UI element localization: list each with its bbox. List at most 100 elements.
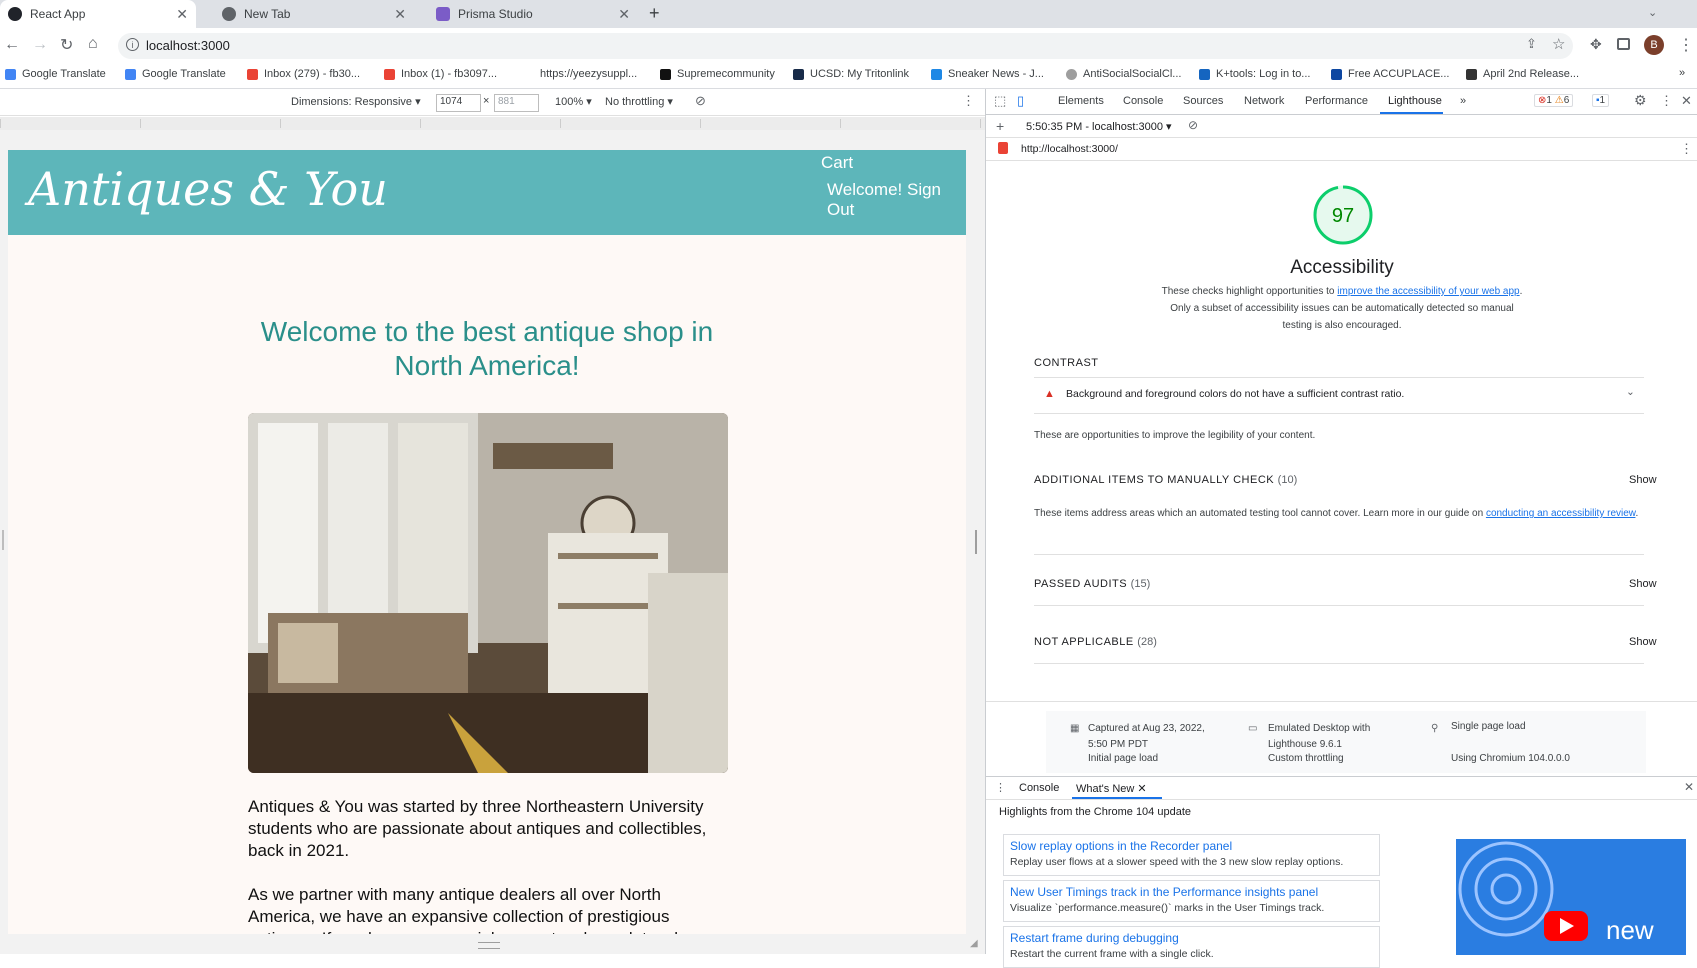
whats-new-card[interactable]: Slow replay options in the Recorder pane… bbox=[1003, 834, 1380, 876]
viewport-bottom-bar: ◢ bbox=[0, 934, 985, 954]
bookmark-item[interactable]: April 2nd Release... bbox=[1466, 68, 1579, 80]
active-tab-indicator bbox=[1072, 797, 1162, 799]
home-icon[interactable]: ⌂ bbox=[88, 35, 98, 53]
issues-counter[interactable]: ⊗1 ⚠6 bbox=[1534, 94, 1574, 107]
close-tab-icon[interactable]: ✕ bbox=[1137, 783, 1146, 795]
more-tabs-icon[interactable]: » bbox=[1460, 95, 1466, 107]
new-tab-plus-icon[interactable]: + bbox=[649, 3, 660, 24]
height-input[interactable]: 881 bbox=[494, 94, 539, 112]
close-tab-icon[interactable]: ✕ bbox=[394, 6, 406, 23]
forward-arrow-icon[interactable]: → bbox=[32, 36, 48, 54]
profile-avatar[interactable]: B bbox=[1644, 35, 1664, 55]
whats-new-card[interactable]: New User Timings track in the Performanc… bbox=[1003, 880, 1380, 922]
divider bbox=[1034, 605, 1644, 606]
tab-performance[interactable]: Performance bbox=[1305, 95, 1368, 107]
divider bbox=[1034, 377, 1644, 378]
bookmark-item[interactable]: AntiSocialSocialCl... bbox=[1066, 68, 1181, 80]
right-resize-handle[interactable] bbox=[975, 530, 977, 554]
whats-new-video[interactable]: new bbox=[1456, 839, 1686, 955]
tab-sources[interactable]: Sources bbox=[1183, 95, 1223, 107]
not-applicable-show-button[interactable]: Show bbox=[1629, 636, 1657, 648]
tab-network[interactable]: Network bbox=[1244, 95, 1284, 107]
whats-new-card[interactable]: Restart frame during debugging Restart t… bbox=[1003, 926, 1380, 968]
site-logo[interactable]: Antiques & You bbox=[28, 162, 388, 216]
new-report-plus-icon[interactable]: + bbox=[996, 118, 1004, 134]
tab-prisma-studio[interactable]: Prisma Studio ✕ bbox=[428, 0, 638, 28]
reload-icon[interactable]: ↻ bbox=[60, 35, 73, 55]
messages-counter[interactable]: ▪1 bbox=[1592, 94, 1610, 107]
left-resize-handle[interactable] bbox=[2, 530, 4, 550]
bookmark-item[interactable]: Free ACCUPLACE... bbox=[1331, 68, 1449, 80]
tab-search-chevron-icon[interactable]: ⌄ bbox=[1648, 6, 1657, 19]
close-drawer-icon[interactable]: ✕ bbox=[1684, 780, 1694, 794]
react-icon bbox=[8, 7, 22, 21]
drawer-menu-icon[interactable]: ⋮ bbox=[995, 781, 1006, 794]
clear-reports-icon[interactable]: ⊘ bbox=[1188, 118, 1198, 132]
page-heading: Welcome to the best antique shop in Nort… bbox=[260, 316, 714, 381]
bookmark-item[interactable]: https://yeezysuppl... bbox=[540, 68, 637, 80]
share-icon[interactable]: ⇪ bbox=[1526, 36, 1537, 52]
times-sign: × bbox=[483, 95, 490, 107]
bookmark-item[interactable]: Google Translate bbox=[125, 68, 226, 80]
bookmark-item[interactable]: K+tools: Log in to... bbox=[1199, 68, 1310, 80]
address-bar[interactable]: i localhost:3000 ⇪ ☆ bbox=[118, 33, 1573, 59]
corner-resize-icon[interactable]: ◢ bbox=[970, 938, 978, 949]
passed-show-button[interactable]: Show bbox=[1629, 578, 1657, 590]
resize-grip-icon[interactable] bbox=[478, 942, 500, 949]
captured-at: Captured at Aug 23, 2022, 5:50 PM PDT bbox=[1088, 723, 1205, 750]
chrome-menu-icon[interactable]: ⋮ bbox=[1678, 35, 1694, 55]
warning-icon: ⚠ bbox=[1554, 95, 1564, 106]
width-input[interactable]: 1074 bbox=[436, 94, 481, 112]
tab-react-app[interactable]: React App ✕ bbox=[0, 0, 196, 28]
tab-lighthouse[interactable]: Lighthouse bbox=[1388, 95, 1442, 107]
bookmark-item[interactable]: UCSD: My Tritonlink bbox=[793, 68, 909, 80]
back-arrow-icon[interactable]: ← bbox=[4, 36, 20, 54]
sign-out-link[interactable]: Welcome! Sign Out bbox=[827, 180, 941, 220]
device-more-icon[interactable]: ⋮ bbox=[962, 93, 975, 109]
media-query-ruler[interactable] bbox=[0, 117, 985, 130]
rotate-icon[interactable]: ⊘ bbox=[695, 93, 706, 109]
throttling-dropdown[interactable]: No throttling ▾ bbox=[605, 95, 673, 108]
zoom-dropdown[interactable]: 100% ▾ bbox=[555, 95, 592, 108]
side-panel-icon[interactable] bbox=[1617, 38, 1630, 50]
device-toggle-icon[interactable]: ▯ bbox=[1017, 93, 1024, 109]
cart-link[interactable]: Cart bbox=[821, 153, 853, 173]
bookmark-star-icon[interactable]: ☆ bbox=[1552, 35, 1565, 53]
conducting-review-link[interactable]: conducting an accessibility review bbox=[1486, 508, 1636, 519]
tab-title: Prisma Studio bbox=[458, 7, 533, 21]
tab-elements[interactable]: Elements bbox=[1058, 95, 1104, 107]
contrast-audit-row[interactable]: ▲ Background and foreground colors do no… bbox=[1034, 386, 1644, 412]
drawer-tab-console[interactable]: Console bbox=[1019, 782, 1059, 794]
hero-image bbox=[248, 413, 728, 773]
improve-accessibility-link[interactable]: improve the accessibility of your web ap… bbox=[1337, 286, 1519, 297]
divider bbox=[1034, 413, 1644, 414]
runtime-settings: ▦ Captured at Aug 23, 2022, 5:50 PM PDT … bbox=[1046, 711, 1646, 773]
bookmark-item[interactable]: Inbox (279) - fb30... bbox=[247, 68, 360, 80]
report-menu-icon[interactable]: ⋮ bbox=[1680, 141, 1693, 157]
tab-new-tab[interactable]: New Tab ✕ bbox=[214, 0, 414, 28]
expand-chevron-icon[interactable]: ⌄ bbox=[1626, 386, 1635, 398]
more-bookmarks-icon[interactable]: » bbox=[1679, 67, 1685, 79]
bookmark-item[interactable]: Supremecommunity bbox=[660, 68, 775, 80]
report-url[interactable]: http://localhost:3000/ bbox=[1021, 143, 1118, 155]
site-info-icon[interactable]: i bbox=[126, 38, 139, 51]
close-tab-icon[interactable]: ✕ bbox=[618, 6, 630, 23]
inspect-element-icon[interactable]: ⬚ bbox=[994, 93, 1006, 109]
dimensions-dropdown[interactable]: Dimensions: Responsive ▾ bbox=[291, 95, 421, 108]
extensions-puzzle-icon[interactable]: ✥ bbox=[1590, 36, 1602, 53]
manual-show-button[interactable]: Show bbox=[1629, 474, 1657, 486]
gmail-icon bbox=[384, 68, 395, 80]
report-select-dropdown[interactable]: 5:50:35 PM - localhost:3000 ▾ bbox=[1026, 120, 1172, 133]
close-devtools-icon[interactable]: ✕ bbox=[1681, 93, 1692, 109]
close-tab-icon[interactable]: ✕ bbox=[176, 6, 188, 23]
tab-console[interactable]: Console bbox=[1123, 95, 1163, 107]
tab-title: New Tab bbox=[244, 7, 291, 21]
devtools-menu-icon[interactable]: ⋮ bbox=[1660, 93, 1673, 109]
bookmark-item[interactable]: Google Translate bbox=[5, 68, 106, 80]
bookmark-item[interactable]: Sneaker News - J... bbox=[931, 68, 1044, 80]
site-header: Antiques & You Cart Welcome! Sign Out bbox=[8, 150, 966, 235]
settings-gear-icon[interactable]: ⚙ bbox=[1634, 92, 1647, 109]
drawer-tab-whats-new[interactable]: What's New ✕ bbox=[1076, 782, 1147, 795]
custom-throttling: Custom throttling bbox=[1268, 753, 1344, 764]
bookmark-item[interactable]: Inbox (1) - fb3097... bbox=[384, 68, 497, 80]
